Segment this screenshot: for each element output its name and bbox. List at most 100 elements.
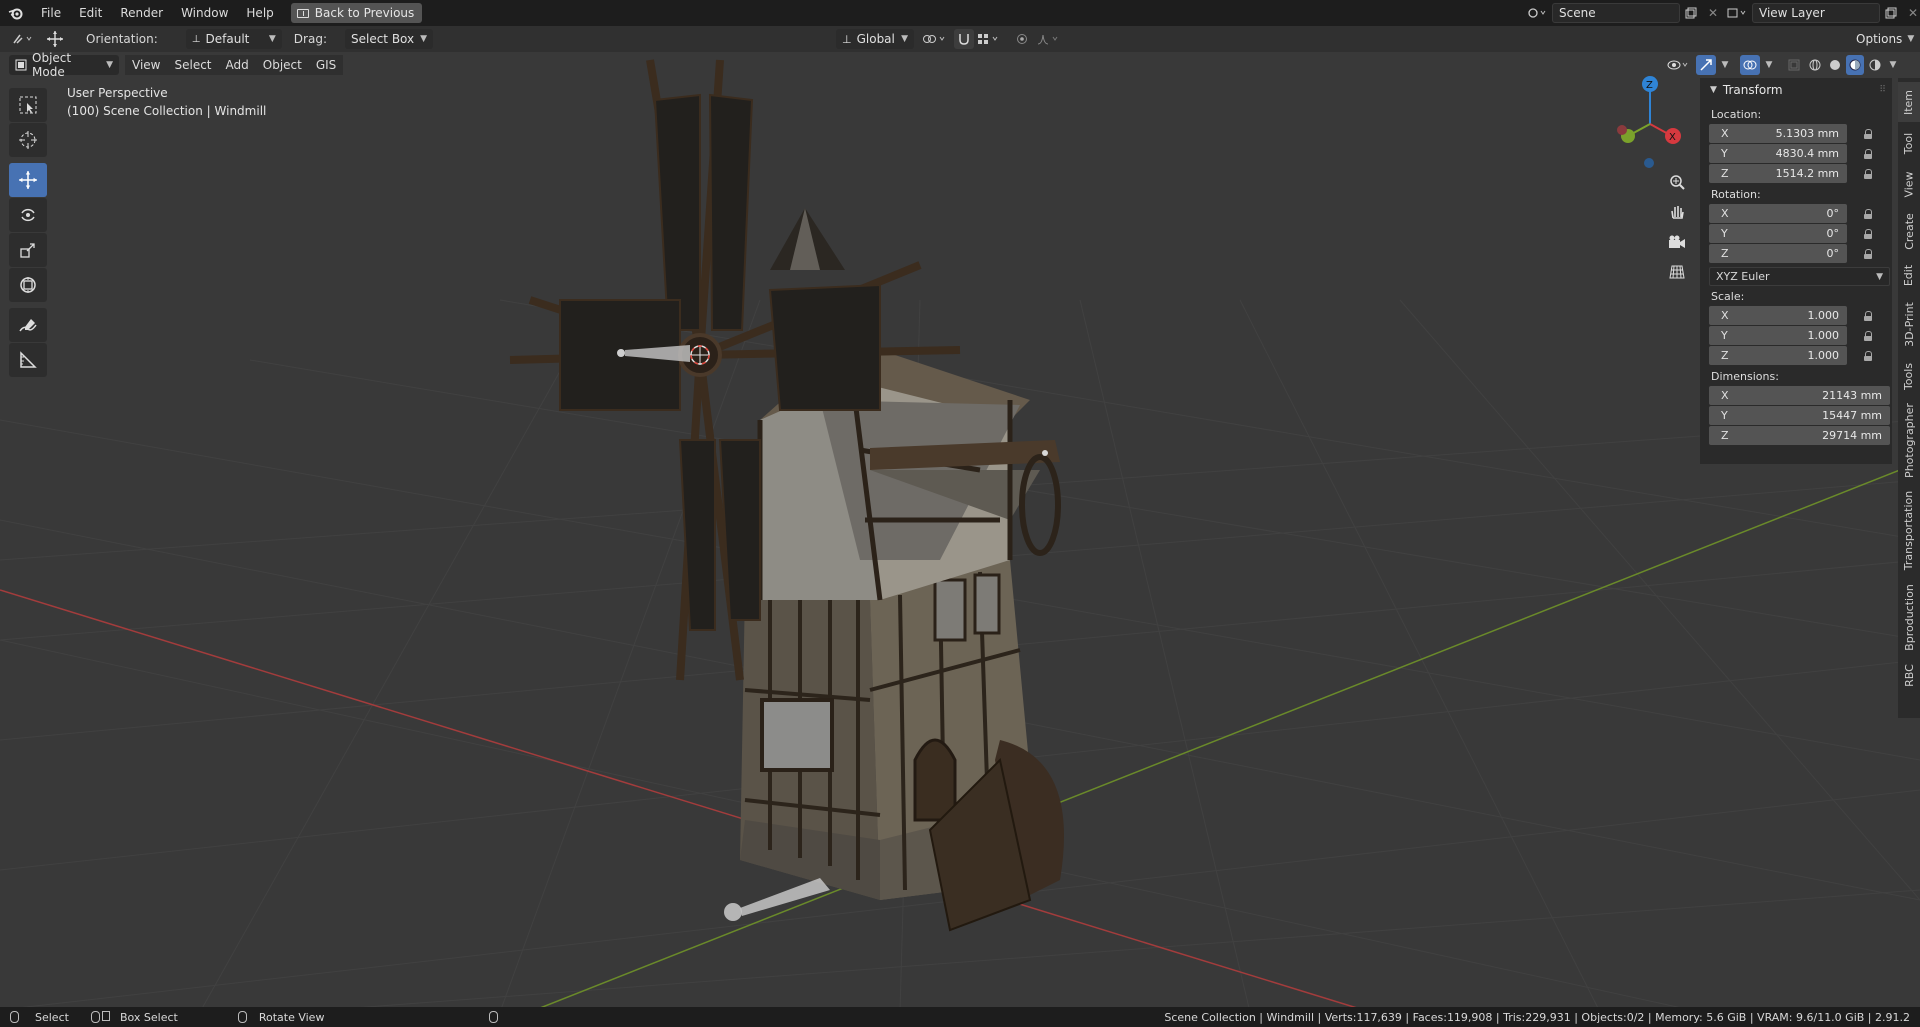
lock-icon[interactable] (1863, 169, 1873, 179)
lock-icon[interactable] (1863, 229, 1873, 239)
dimensions-z-field[interactable]: Z 29714 mm (1709, 426, 1890, 445)
object-mode-dropdown[interactable]: Object Mode ▼ (9, 51, 119, 79)
menu-window[interactable]: Window (172, 0, 237, 26)
tab-transportation[interactable]: Transportation (1898, 484, 1920, 576)
top-menu-bar: File Edit Render Window Help Back to Pre… (0, 0, 1920, 26)
move-tool-icon[interactable] (42, 29, 68, 49)
menu-view[interactable]: View (125, 55, 168, 75)
move-tool-icon[interactable] (9, 163, 47, 197)
visibility-eye-icon[interactable] (1664, 55, 1694, 75)
material-preview-shading-icon[interactable] (1846, 55, 1864, 75)
rotation-x-field[interactable]: X 0° (1709, 204, 1847, 223)
wireframe-shading-icon[interactable] (1806, 55, 1824, 75)
3d-viewport[interactable]: User Perspective (100) Scene Collection … (0, 52, 1920, 1012)
lock-icon[interactable] (1863, 149, 1873, 159)
select-box-tool-icon[interactable] (9, 88, 47, 122)
dimensions-label: Dimensions: (1711, 370, 1779, 383)
navigation-gizmo[interactable]: Z X (1610, 66, 1690, 176)
scale-y-field[interactable]: Y 1.000 (1709, 326, 1847, 345)
transform-title: Transform (1722, 83, 1783, 97)
drag-dropdown[interactable]: Select Box ▼ (344, 29, 433, 49)
tab-view[interactable]: View (1898, 164, 1920, 204)
perspective-toggle-grid-icon[interactable] (1663, 258, 1691, 286)
rotation-label: Rotation: (1711, 188, 1761, 201)
rotate-tool-icon[interactable] (9, 198, 47, 232)
rendered-shading-icon[interactable] (1866, 55, 1884, 75)
menu-edit[interactable]: Edit (70, 0, 111, 26)
left-mouse-icon (10, 1011, 19, 1023)
options-dropdown[interactable]: Options ▼ (1850, 29, 1914, 49)
menu-help[interactable]: Help (237, 0, 282, 26)
new-view-layer-icon[interactable] (1880, 3, 1902, 23)
annotate-tool-icon[interactable] (9, 308, 47, 342)
rotation-mode-dropdown[interactable]: XYZ Euler ▼ (1709, 267, 1890, 286)
blender-logo-icon[interactable] (0, 0, 32, 26)
location-y-field[interactable]: Y 4830.4 mm (1709, 144, 1847, 163)
lock-icon[interactable] (1863, 209, 1873, 219)
transform-tool-icon[interactable] (9, 268, 47, 302)
lock-icon[interactable] (1863, 311, 1873, 321)
location-x-field[interactable]: X 5.1303 mm (1709, 124, 1847, 143)
scene-name-field[interactable]: Scene (1552, 3, 1680, 23)
xray-toggle-icon[interactable] (1784, 55, 1804, 75)
new-scene-icon[interactable] (1680, 3, 1702, 23)
scale-z-field[interactable]: Z 1.000 (1709, 346, 1847, 365)
overlays-toggle-icon[interactable] (1740, 55, 1760, 75)
gizmo-toggle-icon[interactable] (1696, 55, 1716, 75)
tab-tool[interactable]: Tool (1898, 124, 1920, 162)
scale-tool-icon[interactable] (9, 233, 47, 267)
proportional-editing-icon[interactable] (1012, 29, 1032, 49)
back-to-previous-button[interactable]: Back to Previous (290, 3, 423, 23)
falloff-curve-icon[interactable] (1034, 29, 1064, 49)
chevron-down-icon: ▼ (420, 34, 427, 44)
menu-select[interactable]: Select (167, 55, 219, 75)
transform-panel-header[interactable]: ▼ Transform ⠿ (1700, 78, 1892, 102)
delete-scene-icon[interactable]: ✕ (1702, 3, 1724, 23)
menu-add[interactable]: Add (218, 55, 256, 75)
lock-icon[interactable] (1863, 129, 1873, 139)
pan-view-hand-icon[interactable] (1663, 198, 1691, 226)
location-z-field[interactable]: Z 1514.2 mm (1709, 164, 1847, 183)
drag-handle-icon[interactable]: ⠿ (1879, 85, 1886, 95)
delete-view-layer-icon[interactable]: ✕ (1902, 3, 1920, 23)
shading-dropdown-icon[interactable]: ▼ (1886, 55, 1900, 75)
transform-orientation-dropdown[interactable]: ⊥ Global ▼ (836, 29, 914, 49)
lock-icon[interactable] (1863, 331, 1873, 341)
tab-item[interactable]: Item (1898, 82, 1920, 122)
menu-object[interactable]: Object (255, 55, 309, 75)
tab-bproduction[interactable]: Bproduction (1898, 578, 1920, 656)
scale-z-value: 1.000 (1807, 349, 1840, 362)
view-layer-field[interactable]: View Layer (1752, 3, 1880, 23)
pivot-point-icon[interactable] (918, 29, 952, 49)
measure-tool-icon[interactable] (9, 343, 47, 377)
scene-browse-icon[interactable] (1522, 3, 1552, 23)
cursor-tool-icon[interactable] (9, 123, 47, 157)
lock-icon[interactable] (1863, 249, 1873, 259)
dimensions-x-field[interactable]: X 21143 mm (1709, 386, 1890, 405)
overlays-dropdown-icon[interactable]: ▼ (1762, 55, 1776, 75)
dimensions-y-field[interactable]: Y 15447 mm (1709, 406, 1890, 425)
gizmo-dropdown-icon[interactable]: ▼ (1718, 55, 1732, 75)
zoom-view-icon[interactable] (1663, 168, 1691, 196)
menu-render[interactable]: Render (111, 0, 172, 26)
tab-3d-print[interactable]: 3D-Print (1898, 294, 1920, 354)
editor-type-icon[interactable] (8, 29, 38, 49)
menu-file[interactable]: File (32, 0, 70, 26)
snap-icon[interactable] (954, 29, 974, 49)
tab-photographer[interactable]: Photographer (1898, 398, 1920, 482)
snap-target-icon[interactable] (974, 29, 1004, 49)
rotation-y-field[interactable]: Y 0° (1709, 224, 1847, 243)
camera-view-icon[interactable] (1663, 228, 1691, 256)
lock-icon[interactable] (1863, 351, 1873, 361)
orientation-dropdown[interactable]: ⊥ Default ▼ (185, 29, 282, 49)
scale-x-field[interactable]: X 1.000 (1709, 306, 1847, 325)
tab-rbc[interactable]: RBC (1898, 658, 1920, 692)
scale-label: Scale: (1711, 290, 1745, 303)
menu-gis[interactable]: GIS (308, 55, 344, 75)
tab-create[interactable]: Create (1898, 206, 1920, 256)
view-layer-browse-icon[interactable] (1722, 3, 1752, 23)
rotation-z-field[interactable]: Z 0° (1709, 244, 1847, 263)
tab-edit[interactable]: Edit (1898, 258, 1920, 292)
solid-shading-icon[interactable] (1826, 55, 1844, 75)
tab-tools[interactable]: Tools (1898, 356, 1920, 396)
